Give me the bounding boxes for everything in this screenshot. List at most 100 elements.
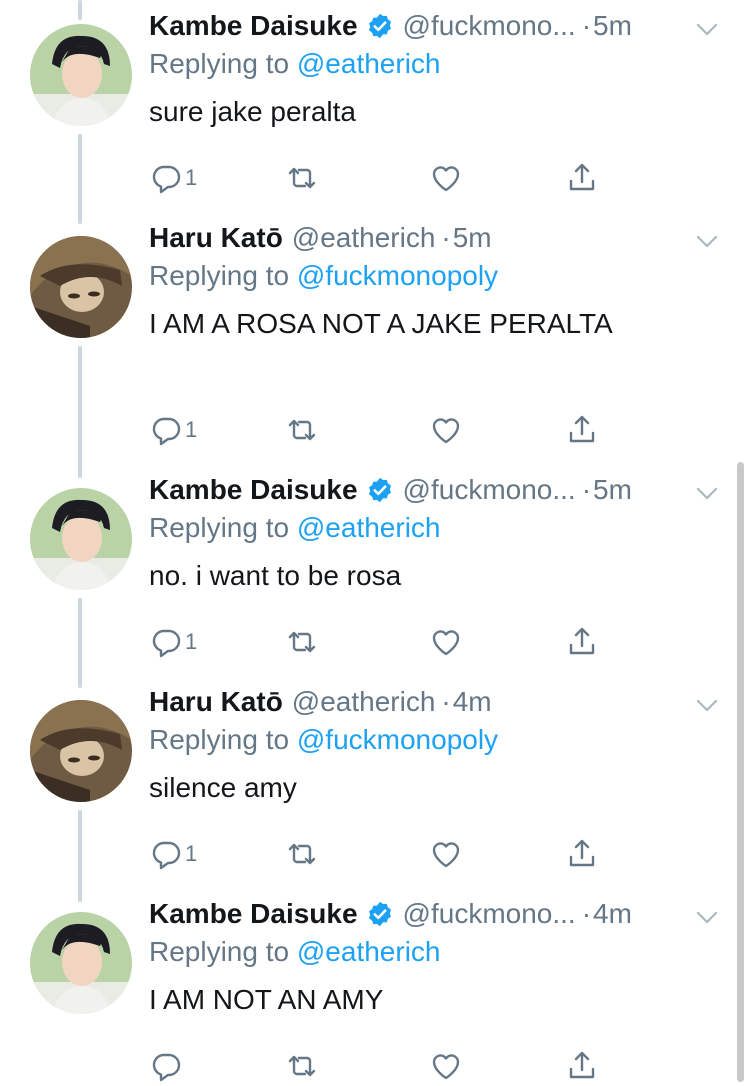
like-button[interactable] (429, 410, 463, 450)
retweet-button[interactable] (285, 1046, 319, 1086)
tweet-text: no. i want to be rosa (149, 560, 402, 591)
separator-dot: · (441, 686, 451, 717)
replying-to-label: Replying to (149, 260, 290, 291)
mention-link[interactable]: @fuckmonopoly (297, 260, 498, 291)
retweet-button[interactable] (285, 158, 319, 198)
heart-icon (432, 418, 460, 444)
retweet-icon (288, 419, 316, 441)
reply-count: 1 (185, 629, 198, 654)
share-button[interactable] (565, 834, 599, 874)
tweet-text: silence amy (149, 772, 297, 803)
share-icon (569, 839, 595, 867)
reply-button[interactable]: 1 (149, 158, 197, 198)
reply-button[interactable]: 1 (149, 834, 197, 874)
avatar-haru[interactable] (30, 700, 132, 802)
reply-icon (152, 165, 181, 194)
share-button[interactable] (565, 410, 599, 450)
avatar-kambe[interactable] (30, 24, 132, 126)
separator-dot: · (581, 474, 592, 505)
replying-to-label: Replying to (149, 512, 290, 543)
handle[interactable]: @fuckmono... (403, 10, 576, 42)
chevron-down-icon[interactable] (694, 904, 720, 930)
thread-line (78, 0, 82, 20)
reply-button[interactable]: 1 (149, 410, 197, 450)
timestamp[interactable]: 4m (593, 898, 632, 930)
display-name[interactable]: Kambe Daisuke (149, 474, 358, 506)
tweet-header: Kambe Daisuke @fuckmono... · 5m (149, 6, 719, 46)
mention-link[interactable]: @fuckmonopoly (297, 724, 498, 755)
reply-icon (152, 417, 181, 446)
verified-badge-icon (366, 900, 394, 928)
timestamp[interactable]: 5m (593, 10, 632, 42)
mention-link[interactable]: @eatherich (297, 936, 441, 967)
handle[interactable]: @fuckmono... (403, 474, 576, 506)
thread-line (78, 810, 82, 902)
display-name[interactable]: Kambe Daisuke (149, 10, 358, 42)
handle[interactable]: @fuckmono... (403, 898, 576, 930)
heart-icon (432, 1054, 460, 1080)
retweet-button[interactable] (285, 834, 319, 874)
reply-count: 1 (185, 417, 198, 442)
share-button[interactable] (565, 622, 599, 662)
replying-to-label: Replying to (149, 936, 290, 967)
tweet-actions: 1 (149, 158, 629, 198)
chevron-down-icon[interactable] (694, 692, 720, 718)
verified-badge-icon (366, 12, 394, 40)
tweet-header: Kambe Daisuke @fuckmono... · 4m (149, 894, 719, 934)
reply-icon (152, 1053, 181, 1082)
share-button[interactable] (565, 1046, 599, 1086)
tweet-actions: 1 (149, 622, 629, 662)
chevron-down-icon[interactable] (694, 228, 720, 254)
handle[interactable]: @eatherich (292, 222, 436, 254)
replying-to: Replying to @fuckmonopoly (149, 260, 498, 292)
reply-icon (152, 841, 181, 870)
avatar-kambe[interactable] (30, 912, 132, 1014)
tweet-text: I AM A ROSA NOT A JAKE PERALTA (149, 308, 613, 339)
share-icon (569, 163, 595, 191)
retweet-icon (288, 167, 316, 189)
heart-icon (432, 842, 460, 868)
separator-dot: · (441, 222, 451, 253)
retweet-button[interactable] (285, 410, 319, 450)
display-name[interactable]: Kambe Daisuke (149, 898, 358, 930)
share-button[interactable] (565, 158, 599, 198)
tweet-text: sure jake peralta (149, 96, 357, 127)
timestamp[interactable]: 4m (453, 686, 492, 718)
chevron-down-icon[interactable] (694, 480, 720, 506)
heart-icon (432, 630, 460, 656)
display-name[interactable]: Haru Katō (149, 222, 283, 254)
like-button[interactable] (429, 622, 463, 662)
replying-to: Replying to @fuckmonopoly (149, 724, 498, 756)
like-button[interactable] (429, 834, 463, 874)
tweet-actions (149, 1046, 629, 1086)
avatar-haru[interactable] (30, 236, 132, 338)
thread-line (78, 134, 82, 224)
tweet-header: Kambe Daisuke @fuckmono... · 5m (149, 470, 719, 510)
avatar-kambe[interactable] (30, 488, 132, 590)
retweet-button[interactable] (285, 622, 319, 662)
reply-button[interactable] (149, 1046, 185, 1086)
mention-link[interactable]: @eatherich (297, 48, 441, 79)
replying-to-label: Replying to (149, 724, 290, 755)
like-button[interactable] (429, 1046, 463, 1086)
handle[interactable]: @eatherich (292, 686, 436, 718)
timestamp[interactable]: 5m (593, 474, 632, 506)
chevron-down-icon[interactable] (694, 16, 720, 42)
reply-button[interactable]: 1 (149, 622, 197, 662)
replying-to-label: Replying to (149, 48, 290, 79)
retweet-icon (288, 843, 316, 865)
heart-icon (432, 166, 460, 192)
share-icon (569, 627, 595, 655)
tweet-text: I AM NOT AN AMY (149, 984, 384, 1015)
tweet-header: Haru Katō @eatherich · 4m (149, 682, 719, 722)
retweet-icon (288, 1055, 316, 1077)
scrollbar[interactable] (737, 462, 744, 1082)
display-name[interactable]: Haru Katō (149, 686, 283, 718)
like-button[interactable] (429, 158, 463, 198)
thread-line (78, 598, 82, 688)
retweet-icon (288, 631, 316, 653)
tweet-header: Haru Katō @eatherich · 5m (149, 218, 719, 258)
reply-count: 1 (185, 841, 198, 866)
timestamp[interactable]: 5m (453, 222, 492, 254)
mention-link[interactable]: @eatherich (297, 512, 441, 543)
